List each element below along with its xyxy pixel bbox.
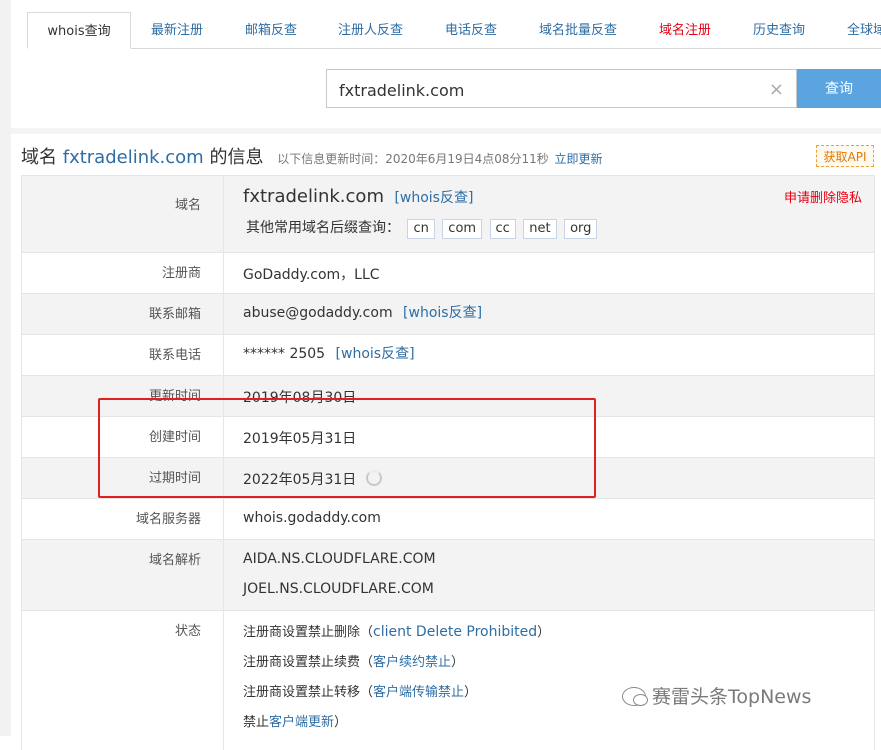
- left-strip: [0, 0, 11, 736]
- tab-registrant-reverse[interactable]: 注册人反查: [338, 12, 403, 48]
- highlight-annotation: [98, 398, 596, 498]
- row-label: 联系电话: [22, 335, 224, 375]
- row-label: 域名服务器: [22, 499, 224, 539]
- tab-global-domain[interactable]: 全球域: [847, 12, 881, 48]
- row-label: 域名解析: [22, 540, 224, 610]
- phone-value-line: ****** 2505 [whois反查]: [243, 343, 415, 363]
- status-link[interactable]: 客户端更新: [269, 715, 334, 730]
- status-link[interactable]: client Delete Prohibited: [373, 624, 537, 640]
- clear-icon[interactable]: ×: [769, 79, 784, 100]
- tab-latest-registered[interactable]: 最新注册: [151, 12, 203, 48]
- search-box: ×: [326, 69, 797, 108]
- whois-reverse-link[interactable]: [whois反查]: [394, 190, 473, 206]
- search-button[interactable]: 查询: [797, 69, 881, 108]
- table-row-email: 联系邮箱 abuse@godaddy.com [whois反查]: [22, 293, 874, 334]
- row-label: 联系邮箱: [22, 294, 224, 334]
- suffix-net[interactable]: net: [523, 219, 557, 239]
- status-link[interactable]: 客户续约禁止: [373, 655, 451, 670]
- status-text: 注册商设置禁止续费: [243, 655, 361, 670]
- row-label: 状态: [22, 611, 224, 750]
- tab-bar: whois查询 最新注册 邮箱反查 注册人反查 电话反查 域名批量反查 域名注册…: [27, 12, 881, 49]
- tab-batch-reverse[interactable]: 域名批量反查: [539, 12, 617, 48]
- server-value: whois.godaddy.com: [243, 510, 381, 526]
- update-time-text: 以下信息更新时间：2020年6月19日4点08分11秒: [277, 152, 549, 166]
- registrar-value: GoDaddy.com，LLC: [243, 267, 380, 283]
- table-row-phone: 联系电话 ****** 2505 [whois反查]: [22, 334, 874, 375]
- suffix-cn[interactable]: cn: [407, 219, 435, 239]
- status-text: 注册商设置禁止转移: [243, 685, 361, 700]
- suffix-com[interactable]: com: [442, 219, 483, 239]
- remove-privacy-link[interactable]: 申请删除隐私: [784, 187, 862, 206]
- get-api-button[interactable]: 获取API: [816, 145, 874, 167]
- suffix-cc[interactable]: cc: [489, 219, 516, 239]
- divider: [11, 128, 881, 134]
- title-domain: fxtradelink.com: [62, 147, 204, 168]
- tab-whois[interactable]: whois查询: [27, 12, 131, 49]
- suffix-prompt: 其他常用域名后缀查询：: [246, 220, 400, 236]
- status-item: 注册商设置禁止转移（客户端传输禁止）: [243, 685, 478, 700]
- watermark-text: 赛雷头条TopNews: [652, 686, 812, 708]
- title-prefix: 域名: [21, 147, 57, 168]
- watermark: 赛雷头条TopNews: [622, 682, 811, 709]
- tab-email-reverse[interactable]: 邮箱反查: [245, 12, 297, 48]
- title-suffix: 的信息: [209, 147, 264, 168]
- suffix-line: 其他常用域名后缀查询： cn com cc net org: [246, 217, 598, 239]
- domain-value-line: fxtradelink.com [whois反查]: [243, 186, 473, 207]
- refresh-link[interactable]: 立即更新: [555, 152, 603, 166]
- status-item: 注册商设置禁止删除（client Delete Prohibited）: [243, 624, 551, 640]
- table-row-domain: 域名 fxtradelink.com [whois反查] 其他常用域名后缀查询：…: [22, 175, 874, 252]
- search-input[interactable]: [337, 78, 761, 102]
- status-text: 注册商设置禁止删除: [243, 625, 361, 640]
- domain-value: fxtradelink.com: [243, 186, 384, 207]
- phone-value: ****** 2505: [243, 346, 326, 362]
- email-value-line: abuse@godaddy.com [whois反查]: [243, 302, 482, 322]
- tab-history[interactable]: 历史查询: [753, 12, 805, 48]
- tab-domain-register[interactable]: 域名注册: [659, 12, 711, 48]
- page-title: 域名 fxtradelink.com 的信息 以下信息更新时间：2020年6月1…: [21, 143, 603, 169]
- table-row-status: 状态 注册商设置禁止删除（client Delete Prohibited） 注…: [22, 610, 874, 750]
- status-link[interactable]: 客户端传输禁止: [373, 685, 464, 700]
- tab-phone-reverse[interactable]: 电话反查: [445, 12, 497, 48]
- wechat-icon: [622, 687, 648, 706]
- status-item: 注册商设置禁止续费（客户续约禁止）: [243, 655, 465, 670]
- email-value: abuse@godaddy.com: [243, 305, 393, 321]
- whois-reverse-link[interactable]: [whois反查]: [336, 346, 415, 362]
- dns-value-2: JOEL.NS.CLOUDFLARE.COM: [243, 581, 434, 597]
- status-text: 禁止: [243, 715, 270, 730]
- table-row-registrar: 注册商 GoDaddy.com，LLC: [22, 252, 874, 293]
- dns-value-1: AIDA.NS.CLOUDFLARE.COM: [243, 551, 436, 567]
- table-row-server: 域名服务器 whois.godaddy.com: [22, 498, 874, 539]
- row-label: 注册商: [22, 253, 224, 293]
- whois-reverse-link[interactable]: [whois反查]: [403, 305, 482, 321]
- row-label: 域名: [22, 176, 224, 252]
- table-row-dns: 域名解析 AIDA.NS.CLOUDFLARE.COM JOEL.NS.CLOU…: [22, 539, 874, 610]
- suffix-org[interactable]: org: [564, 219, 598, 239]
- status-item: 禁止客户端更新）: [243, 715, 348, 730]
